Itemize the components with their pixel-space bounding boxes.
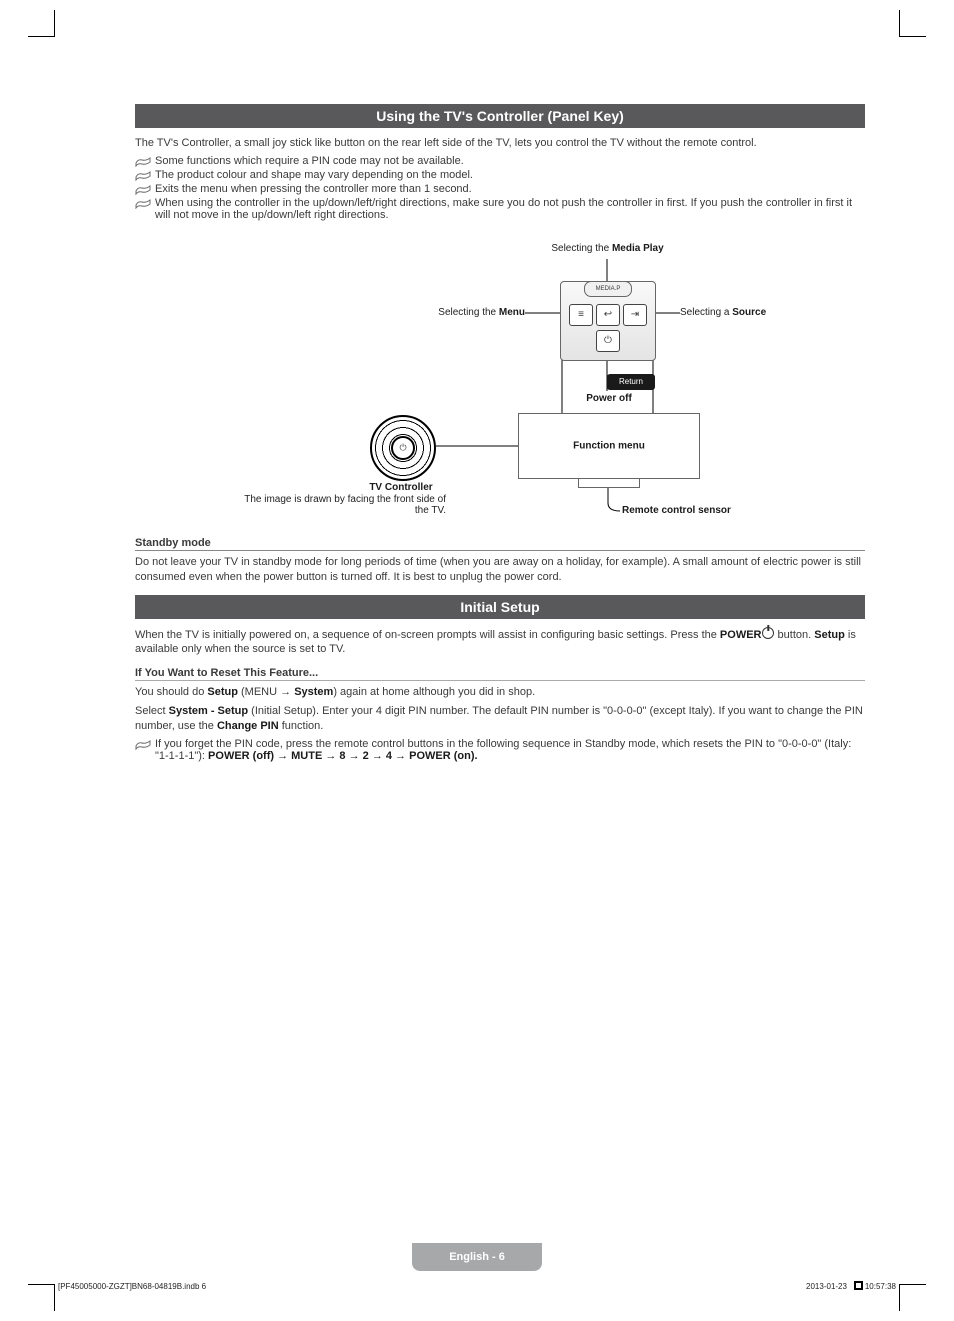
- initial-setup-body: When the TV is initially powered on, a s…: [135, 627, 865, 658]
- reset-line2: Select System - Setup (Initial Setup). E…: [135, 704, 865, 734]
- note-item: The product colour and shape may vary de…: [135, 169, 865, 181]
- power-icon: ⏻: [399, 442, 406, 453]
- clock-icon: [854, 1281, 863, 1290]
- page-number-badge: English - 6: [412, 1243, 542, 1271]
- intro-paragraph: The TV's Controller, a small joy stick l…: [135, 136, 865, 151]
- note-icon: [135, 171, 151, 181]
- note-icon: [135, 185, 151, 195]
- footer-timestamp: 2013-01-23 10:57:38: [806, 1281, 896, 1291]
- heading-standby: Standby mode: [135, 537, 865, 551]
- note-text: If you forget the PIN code, press the re…: [155, 738, 865, 762]
- section-heading-initial-setup: Initial Setup: [135, 595, 865, 619]
- tv-illustration: Function menu: [518, 413, 700, 479]
- heading-reset: If You Want to Reset This Feature...: [135, 667, 865, 681]
- note-icon: [135, 157, 151, 167]
- source-icon: ⇥: [623, 304, 647, 326]
- note-text: Exits the menu when pressing the control…: [155, 183, 472, 195]
- standby-body: Do not leave your TV in standby mode for…: [135, 555, 865, 585]
- diagram-lines: [150, 241, 850, 521]
- note-item: When using the controller in the up/down…: [135, 197, 865, 221]
- tv-stand: [578, 478, 640, 488]
- section-heading-controller: Using the TV's Controller (Panel Key): [135, 104, 865, 128]
- note-icon: [135, 740, 151, 750]
- footer-date: 2013-01-23: [806, 1282, 847, 1291]
- back-icon: ↩: [596, 304, 620, 326]
- menu-icon: ≡: [569, 304, 593, 326]
- label-media-play: Selecting the Media Play: [530, 243, 685, 254]
- reset-line1: You should do Setup (MENU → System) agai…: [135, 685, 865, 700]
- page-content: Using the TV's Controller (Panel Key) Th…: [135, 104, 865, 764]
- pill-media-p: MEDIA.P: [584, 281, 632, 297]
- note-text: When using the controller in the up/down…: [155, 197, 865, 221]
- label-source: Selecting a Source: [680, 307, 790, 318]
- menu-box: MEDIA.P ≡ ↩ ⇥ ⏻ Return: [560, 281, 656, 361]
- label-function-menu: Function menu: [573, 440, 645, 451]
- footer-time: 10:57:38: [865, 1282, 896, 1291]
- return-button: Return: [607, 374, 655, 390]
- note-text: The product colour and shape may vary de…: [155, 169, 473, 181]
- label-menu: Selecting the Menu: [430, 307, 525, 318]
- power-icon: ⏻: [596, 330, 620, 352]
- note-text: Some functions which require a PIN code …: [155, 155, 464, 167]
- note-item: Exits the menu when pressing the control…: [135, 183, 865, 195]
- caption-tv-image: The image is drawn by facing the front s…: [242, 494, 446, 516]
- label-remote-sensor: Remote control sensor: [622, 505, 772, 516]
- note-item: Some functions which require a PIN code …: [135, 155, 865, 167]
- controller-diagram: Selecting the Media Play Selecting the M…: [150, 241, 850, 521]
- note-item: If you forget the PIN code, press the re…: [135, 738, 865, 762]
- label-tv-controller: TV Controller: [356, 482, 446, 493]
- joystick-illustration: ⏻: [370, 415, 436, 481]
- note-icon: [135, 199, 151, 209]
- label-power-off: Power off: [574, 393, 644, 404]
- footer-file-info: [PF45005000-ZGZT]BN68-04819B.indb 6: [58, 1282, 206, 1291]
- power-icon: [762, 627, 774, 639]
